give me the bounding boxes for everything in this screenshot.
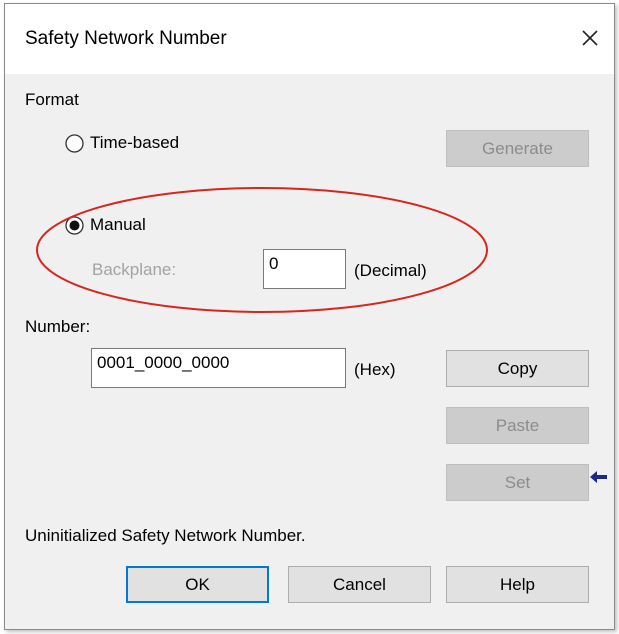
paste-button[interactable]: Paste <box>446 407 589 444</box>
number-input[interactable]: 0001_0000_0000 <box>91 348 346 388</box>
backplane-label: Backplane: <box>92 260 177 279</box>
copy-button[interactable]: Copy <box>446 350 589 387</box>
set-button[interactable]: Set <box>446 464 589 501</box>
title-bar: Safety Network Number <box>5 4 614 74</box>
close-icon[interactable] <box>574 22 606 54</box>
left-arrow-icon <box>590 471 607 483</box>
format-label: Format <box>25 90 79 109</box>
time-based-radio[interactable] <box>65 134 84 153</box>
status-text: Uninitialized Safety Network Number. <box>25 526 306 545</box>
dialog-title: Safety Network Number <box>25 28 227 49</box>
time-based-label[interactable]: Time-based <box>90 133 179 153</box>
safety-network-number-dialog: Safety Network Number Format Time-based … <box>4 3 615 630</box>
backplane-input[interactable]: 0 <box>263 249 346 289</box>
number-label: Number: <box>25 317 91 336</box>
cancel-button[interactable]: Cancel <box>288 566 431 603</box>
ok-button[interactable]: OK <box>126 566 269 603</box>
backplane-unit-label: (Decimal) <box>354 261 427 280</box>
help-button[interactable]: Help <box>446 566 589 603</box>
manual-radio[interactable] <box>65 216 84 235</box>
number-unit-label: (Hex) <box>354 360 396 379</box>
generate-button[interactable]: Generate <box>446 130 589 167</box>
manual-label[interactable]: Manual <box>90 215 146 235</box>
